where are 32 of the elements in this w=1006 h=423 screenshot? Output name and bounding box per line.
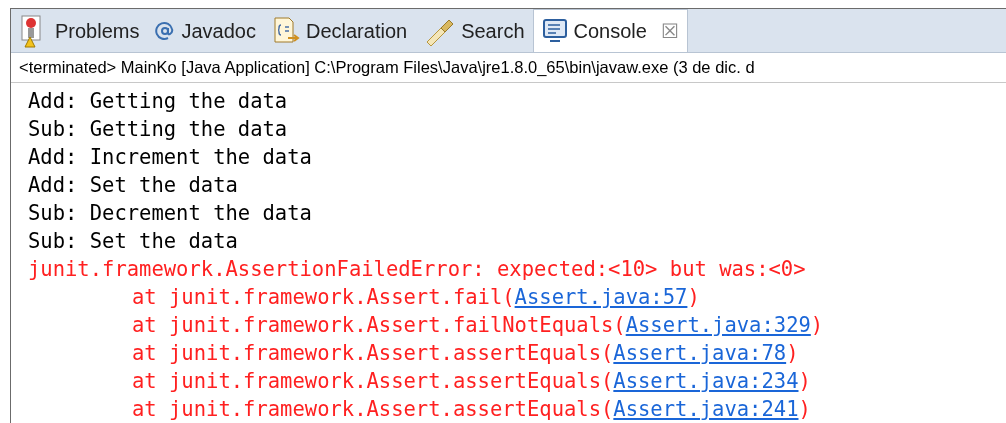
closing-paren: ): [786, 340, 799, 367]
closing-paren: ): [798, 368, 811, 395]
closing-paren: ): [798, 396, 811, 423]
at-sign-icon: [155, 20, 176, 41]
monitor-icon: [541, 18, 568, 44]
source-link[interactable]: Assert.java:234: [613, 367, 799, 395]
source-link[interactable]: Assert.java:329: [625, 311, 811, 339]
console-line: Sub: Set the data: [28, 229, 238, 253]
console-line: Sub: Getting the data: [28, 117, 288, 141]
document-icon: [272, 15, 300, 46]
view-tab[interactable]: Problems: [11, 9, 148, 52]
stack-trace-text: at junit.framework.Assert.assertEquals(: [132, 368, 614, 395]
view-tab[interactable]: Search: [415, 9, 533, 52]
stack-trace-text: at junit.framework.Assert.assertEquals(: [132, 340, 614, 367]
console-header: <terminated> MainKo [Java Application] C:\Program Files\Java\jre1.8.0_65\bin\javaw.exe (3 de dic. d: [19, 57, 755, 79]
view-tab[interactable]: Console ☒: [532, 9, 688, 52]
console-line: Add: Set the data: [28, 173, 238, 197]
view-tab[interactable]: Javadoc: [147, 9, 264, 52]
source-link[interactable]: Assert.java:241: [613, 395, 799, 423]
stack-trace-text: at junit.framework.Assert.fail(: [132, 284, 515, 311]
closing-paren: ): [810, 312, 824, 339]
closing-paren: ): [687, 284, 700, 311]
stack-trace-text: at junit.framework.Assert.assertEquals(: [132, 396, 614, 423]
error-line: junit.framework.AssertionFailedError: expected:<10> but was:<0>: [28, 257, 806, 281]
source-link[interactable]: Assert.java:78: [613, 339, 787, 367]
source-link[interactable]: Assert.java:57: [514, 283, 688, 311]
stack-trace-text: at junit.framework.Assert.failNotEquals(: [132, 312, 626, 339]
console-line: Add: Increment the data: [28, 145, 312, 169]
view-tab[interactable]: Declaration: [264, 9, 416, 52]
console-line: Sub: Decrement the data: [28, 201, 312, 225]
console-line: Add: Getting the data: [28, 89, 288, 113]
close-button[interactable]: ☒: [660, 16, 679, 46]
